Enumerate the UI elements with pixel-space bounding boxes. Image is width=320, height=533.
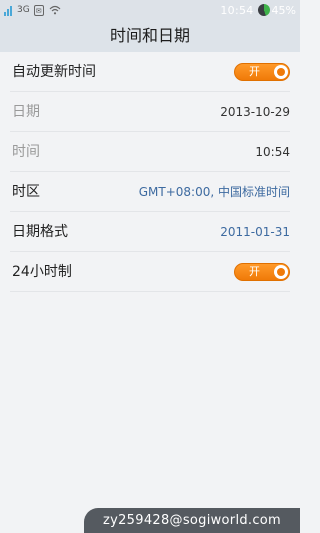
page-title: 时间和日期 xyxy=(109,26,190,45)
wifi-icon xyxy=(49,5,61,15)
status-bar-right: 10:54 45% xyxy=(220,2,296,18)
setting-time[interactable]: 时间 10:54 xyxy=(10,132,290,172)
setting-label: 时间 xyxy=(12,144,40,160)
setting-label: 时区 xyxy=(12,184,40,200)
setting-auto-update[interactable]: 自动更新时间 开 xyxy=(10,52,290,92)
setting-value: 10:54 xyxy=(255,145,290,159)
watermark: zy259428@sogiworld.com xyxy=(84,508,300,533)
status-bar-left: 3G ✉ xyxy=(4,2,61,18)
setting-value: GMT+08:00, 中国标准时间 xyxy=(138,185,290,199)
settings-list: 自动更新时间 开 日期 2013-10-29 时间 10:54 时区 GMT+0… xyxy=(0,52,300,292)
notification-icon: ✉ xyxy=(33,4,44,16)
setting-date[interactable]: 日期 2013-10-29 xyxy=(10,92,290,132)
setting-value: 2011-01-31 xyxy=(220,225,290,239)
setting-date-format[interactable]: 日期格式 2011-01-31 xyxy=(10,212,290,252)
setting-label: 自动更新时间 xyxy=(12,64,96,80)
battery-percent: 45% xyxy=(271,3,296,17)
signal-icon xyxy=(4,4,14,16)
toggle-label: 开 xyxy=(249,265,260,278)
setting-timezone[interactable]: 时区 GMT+08:00, 中国标准时间 xyxy=(10,172,290,212)
toggle-knob xyxy=(274,65,288,79)
network-type: 3G xyxy=(17,5,30,15)
battery-icon xyxy=(257,4,270,16)
setting-24-hour[interactable]: 24小时制 开 xyxy=(10,252,290,292)
title-bar: 时间和日期 xyxy=(0,20,300,52)
setting-label: 日期 xyxy=(12,104,40,120)
status-bar: 3G ✉ 10:54 45% xyxy=(0,0,300,20)
24-hour-toggle[interactable]: 开 xyxy=(234,263,290,281)
status-time: 10:54 xyxy=(220,3,254,17)
setting-value: 2013-10-29 xyxy=(220,105,290,119)
auto-update-toggle[interactable]: 开 xyxy=(234,63,290,81)
setting-label: 日期格式 xyxy=(12,224,68,240)
setting-label: 24小时制 xyxy=(12,264,72,280)
toggle-label: 开 xyxy=(249,65,260,78)
toggle-knob xyxy=(274,265,288,279)
